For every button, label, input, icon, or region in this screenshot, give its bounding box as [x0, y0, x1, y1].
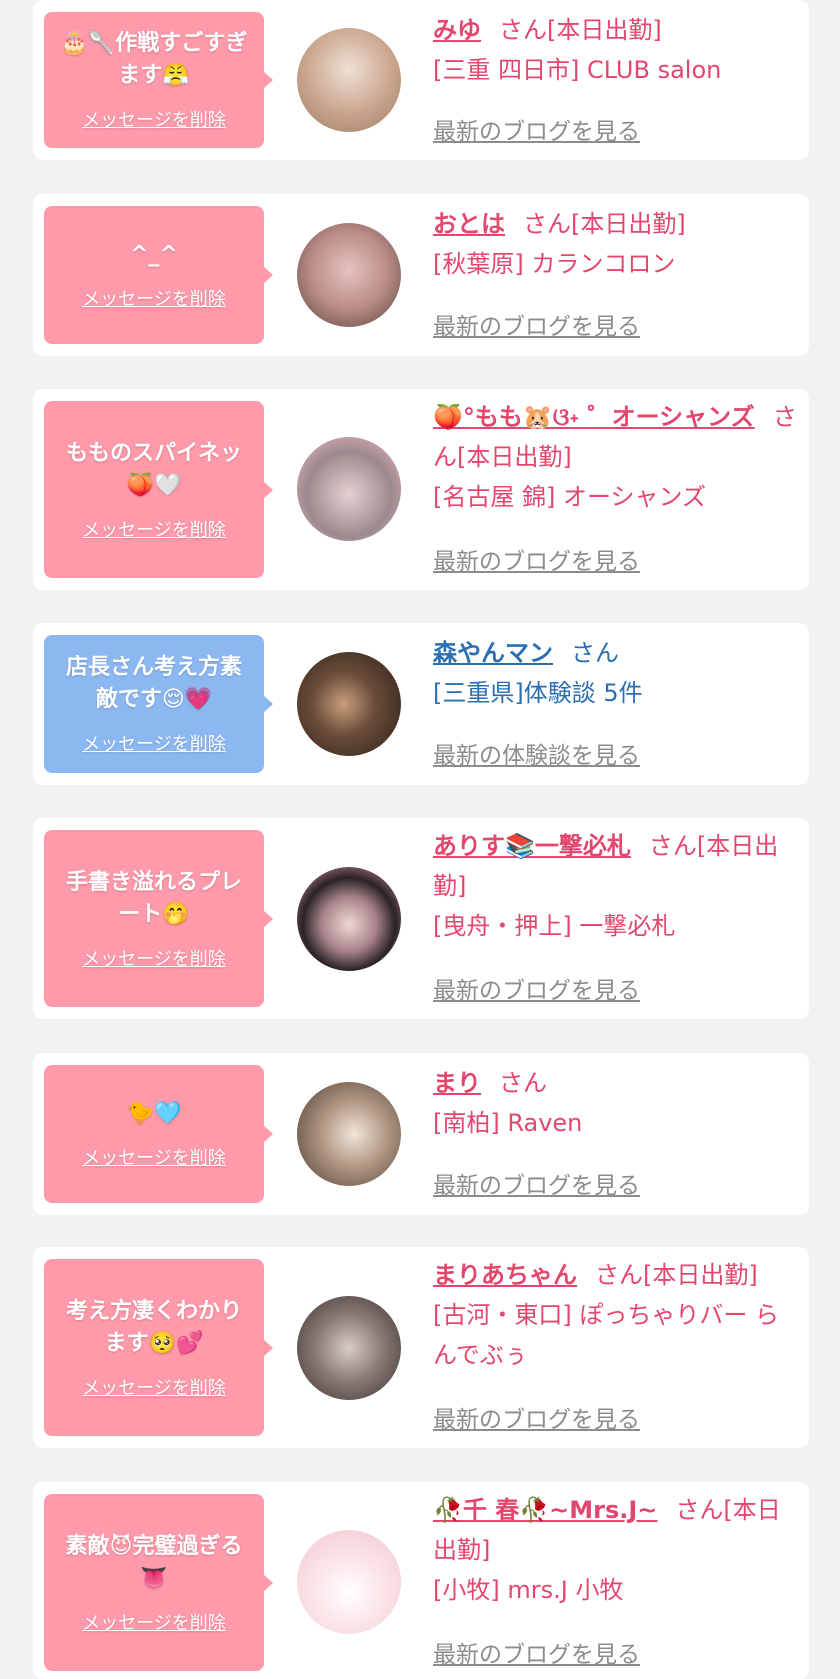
sender-name-link[interactable]: みゆ — [433, 16, 481, 44]
message-bubble: ^_^ メッセージを削除 — [44, 206, 273, 344]
message-card: ^_^ メッセージを削除 おとは さん[本日出勤] [秋葉原] カランコロン 最新… — [33, 194, 809, 356]
sender-name-line: おとは さん[本日出勤] — [433, 204, 801, 244]
sender-suffix: さん[本日出勤] — [595, 1261, 758, 1289]
delete-message-link[interactable]: メッセージを削除 — [82, 1609, 226, 1635]
sender-suffix: さん[本日出勤] — [499, 16, 662, 44]
message-bubble: 店長さん考え方素敵です😌💗 メッセージを削除 — [44, 635, 273, 773]
sender-suffix: さん — [499, 1069, 547, 1097]
delete-message-link[interactable]: メッセージを削除 — [82, 106, 226, 132]
avatar[interactable] — [297, 1296, 401, 1400]
sender-info: 🍑°もも🐹ଓ˖ ゜オーシャンズ さん[本日出勤] [名古屋 錦] オーシャンズ — [433, 397, 801, 517]
sender-name-line: 森やんマン さん — [433, 633, 801, 673]
message-text: 素敵😈完璧過ぎる👅 — [65, 1533, 243, 1591]
sender-info: 森やんマン さん [三重県]体験談 5件 — [433, 633, 801, 713]
delete-message-link[interactable]: メッセージを削除 — [82, 1144, 226, 1170]
message-text: 🎂🥄作戦すごすぎます😤 — [60, 31, 248, 88]
sender-name-link[interactable]: まりあちゃん — [433, 1261, 577, 1289]
shop-label: [三重県]体験談 5件 — [433, 679, 643, 707]
sender-name-line: まり さん — [433, 1063, 801, 1103]
latest-blog-link[interactable]: 最新のブログを見る — [433, 1635, 640, 1669]
message-bubble: 🎂🥄作戦すごすぎます😤 メッセージを削除 — [44, 12, 273, 148]
shop-label: [南柏] Raven — [433, 1109, 583, 1137]
message-bubble: 考え方凄くわかります🥺💕 メッセージを削除 — [44, 1259, 273, 1436]
sender-info: ありす📚一撃必札 さん[本日出勤] [曳舟・押上] 一撃必札 — [433, 826, 801, 946]
delete-message-link[interactable]: メッセージを削除 — [82, 285, 226, 311]
sender-suffix: さん — [571, 639, 619, 667]
sender-name-link[interactable]: 🍑°もも🐹ଓ˖ ゜オーシャンズ — [433, 403, 755, 431]
avatar[interactable] — [297, 223, 401, 327]
shop-label: [秋葉原] カランコロン — [433, 250, 676, 278]
sender-name-line: みゆ さん[本日出勤] — [433, 10, 801, 50]
delete-message-link[interactable]: メッセージを削除 — [82, 516, 226, 542]
sender-info: おとは さん[本日出勤] [秋葉原] カランコロン — [433, 204, 801, 284]
delete-message-link[interactable]: メッセージを削除 — [82, 945, 226, 971]
latest-blog-link[interactable]: 最新のブログを見る — [433, 307, 640, 341]
avatar[interactable] — [297, 437, 401, 541]
shop-label: [曳舟・押上] 一撃必札 — [433, 912, 676, 940]
sender-name-link[interactable]: 森やんマン — [433, 639, 553, 667]
latest-experience-link[interactable]: 最新の体験談を見る — [433, 736, 640, 770]
sender-name-link[interactable]: まり — [433, 1069, 481, 1097]
avatar[interactable] — [297, 28, 401, 132]
sender-info: まり さん [南柏] Raven — [433, 1063, 801, 1143]
sender-info: まりあちゃん さん[本日出勤] [古河・東口] ぽっちゃりバー らんでぶぅ — [433, 1255, 801, 1375]
message-card: 素敵😈完璧過ぎる👅 メッセージを削除 🥀千 春🥀~Mrs.J~ さん[本日出勤] … — [33, 1482, 809, 1679]
sender-name-link[interactable]: ありす📚一撃必札 — [433, 832, 631, 860]
sender-name-line: 🥀千 春🥀~Mrs.J~ さん[本日出勤] — [433, 1490, 801, 1570]
latest-blog-link[interactable]: 最新のブログを見る — [433, 542, 640, 576]
message-text: ^_^ — [130, 242, 178, 267]
sender-info: みゆ さん[本日出勤] [三重 四日市] CLUB salon — [433, 10, 801, 90]
message-text: 手書き溢れるプレート🤭 — [65, 869, 242, 927]
avatar[interactable] — [297, 1530, 401, 1634]
shop-label: [古河・東口] ぽっちゃりバー らんでぶぅ — [433, 1301, 779, 1369]
latest-blog-link[interactable]: 最新のブログを見る — [433, 1166, 640, 1200]
delete-message-link[interactable]: メッセージを削除 — [82, 1374, 226, 1400]
sender-name-link[interactable]: 🥀千 春🥀~Mrs.J~ — [433, 1496, 657, 1524]
shop-label: [小牧] mrs.J 小牧 — [433, 1576, 624, 1604]
message-card: 手書き溢れるプレート🤭 メッセージを削除 ありす📚一撃必札 さん[本日出勤] [曳… — [33, 818, 809, 1019]
avatar[interactable] — [297, 652, 401, 756]
message-card: 🎂🥄作戦すごすぎます😤 メッセージを削除 みゆ さん[本日出勤] [三重 四日市]… — [33, 0, 809, 160]
sender-name-link[interactable]: おとは — [433, 210, 505, 238]
message-text: 店長さん考え方素敵です😌💗 — [65, 655, 242, 712]
message-bubble: 🐤🩵 メッセージを削除 — [44, 1065, 273, 1203]
latest-blog-link[interactable]: 最新のブログを見る — [433, 971, 640, 1005]
delete-message-link[interactable]: メッセージを削除 — [82, 730, 226, 756]
sender-name-line: ありす📚一撃必札 さん[本日出勤] — [433, 826, 801, 906]
message-text: 🐤🩵 — [126, 1101, 182, 1126]
message-text: 考え方凄くわかります🥺💕 — [65, 1298, 242, 1356]
sender-name-line: まりあちゃん さん[本日出勤] — [433, 1255, 801, 1295]
message-bubble: もものスパイネッ🍑🤍 メッセージを削除 — [44, 401, 273, 578]
sender-info: 🥀千 春🥀~Mrs.J~ さん[本日出勤] [小牧] mrs.J 小牧 — [433, 1490, 801, 1610]
sender-suffix: さん[本日出勤] — [523, 210, 686, 238]
shop-label: [名古屋 錦] オーシャンズ — [433, 483, 707, 511]
message-card: 考え方凄くわかります🥺💕 メッセージを削除 まりあちゃん さん[本日出勤] [古河… — [33, 1247, 809, 1448]
avatar[interactable] — [297, 1082, 401, 1186]
message-card: 🐤🩵 メッセージを削除 まり さん [南柏] Raven 最新のブログを見る — [33, 1053, 809, 1215]
shop-label: [三重 四日市] CLUB salon — [433, 56, 722, 84]
avatar[interactable] — [297, 867, 401, 971]
message-bubble: 手書き溢れるプレート🤭 メッセージを削除 — [44, 830, 273, 1007]
latest-blog-link[interactable]: 最新のブログを見る — [433, 112, 640, 146]
message-list: 🎂🥄作戦すごすぎます😤 メッセージを削除 みゆ さん[本日出勤] [三重 四日市]… — [0, 0, 840, 1679]
message-card: もものスパイネッ🍑🤍 メッセージを削除 🍑°もも🐹ଓ˖ ゜オーシャンズ さん[本日… — [33, 389, 809, 590]
message-bubble: 素敵😈完璧過ぎる👅 メッセージを削除 — [44, 1494, 273, 1671]
latest-blog-link[interactable]: 最新のブログを見る — [433, 1400, 640, 1434]
message-text: もものスパイネッ🍑🤍 — [65, 440, 242, 498]
message-card: 店長さん考え方素敵です😌💗 メッセージを削除 森やんマン さん [三重県]体験談 … — [33, 623, 809, 785]
sender-name-line: 🍑°もも🐹ଓ˖ ゜オーシャンズ さん[本日出勤] — [433, 397, 801, 477]
